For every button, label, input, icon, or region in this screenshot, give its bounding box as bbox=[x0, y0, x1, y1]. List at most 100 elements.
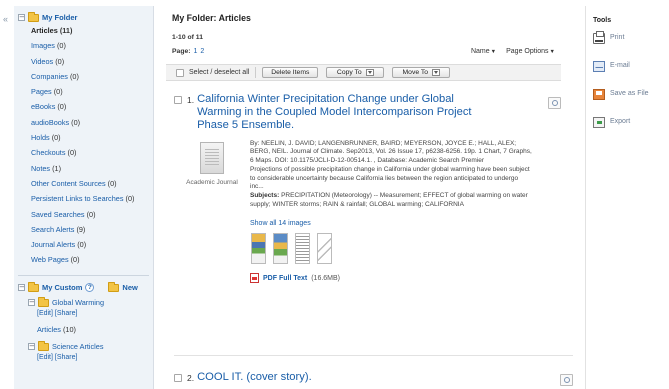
image-thumbnail[interactable] bbox=[273, 233, 288, 265]
pdf-full-text-row: PDF Full Text (16.6MB) bbox=[250, 273, 561, 284]
save-icon bbox=[593, 89, 605, 100]
sidebar: − My Folder Articles (11) Images (0) Vid… bbox=[14, 6, 154, 389]
edit-share-links[interactable]: [Edit] [Share] bbox=[37, 354, 153, 361]
tool-print[interactable]: Print bbox=[593, 31, 669, 47]
folder-list: Articles (11) Images (0) Videos (0) Comp… bbox=[31, 26, 153, 264]
delete-items-button[interactable]: Delete Items bbox=[262, 67, 319, 78]
result-checkbox[interactable] bbox=[174, 374, 182, 382]
edit-share-links[interactable]: [Edit] [Share] bbox=[37, 310, 153, 317]
image-thumbnails bbox=[251, 233, 561, 265]
result-header: 2. COOL IT. (cover story). bbox=[174, 371, 573, 384]
caret-down-icon: ▼ bbox=[549, 48, 555, 55]
collapse-toggle-icon[interactable]: − bbox=[28, 299, 35, 307]
sidebar-item-other-content-sources[interactable]: Other Content Sources (0) bbox=[31, 179, 153, 188]
move-to-button[interactable]: Move To bbox=[392, 67, 451, 78]
result-body: Academic Journal By: NEELIN, J. DAVID; L… bbox=[174, 140, 561, 210]
page-link-1[interactable]: 1 bbox=[194, 48, 198, 55]
tool-save-as-file[interactable]: Save as File bbox=[593, 89, 669, 103]
dropdown-arrow-icon bbox=[365, 69, 374, 76]
page-title: My Folder: Articles bbox=[172, 13, 251, 23]
result-range: 1-10 of 11 bbox=[172, 34, 203, 41]
sidebar-item-search-alerts[interactable]: Search Alerts (9) bbox=[31, 225, 153, 234]
sidebar-item-videos[interactable]: Videos (0) bbox=[31, 57, 153, 66]
custom-folder-label: Global Warming bbox=[52, 298, 105, 308]
printer-icon bbox=[593, 31, 605, 44]
document-type-label: Academic Journal bbox=[186, 179, 238, 186]
new-folder-button[interactable]: New bbox=[108, 281, 138, 293]
my-folder-label[interactable]: My Folder bbox=[42, 13, 77, 22]
academic-journal-icon bbox=[200, 142, 224, 174]
result-details: By: NEELIN, J. DAVID; LANGENBRUNNER, BAI… bbox=[250, 140, 532, 210]
result-number: 2. bbox=[187, 373, 195, 383]
image-thumbnail[interactable] bbox=[295, 233, 310, 265]
result-abstract: Projections of possible precipitation ch… bbox=[250, 166, 530, 191]
result-subjects: Subjects: PRECIPITATION (Meteorology) --… bbox=[250, 192, 528, 208]
sidebar-item-persistent-links[interactable]: Persistent Links to Searches (0) bbox=[31, 194, 146, 203]
result-title-link[interactable]: COOL IT. (cover story). bbox=[197, 371, 477, 384]
show-all-images-link[interactable]: Show all 14 images bbox=[250, 220, 561, 227]
sidebar-item-notes[interactable]: Notes (1) bbox=[31, 164, 153, 173]
main-content: My Folder: Articles 1-10 of 11 Page: 1 2… bbox=[162, 6, 575, 386]
folder-icon bbox=[38, 340, 49, 351]
sidebar-item-companies[interactable]: Companies (0) bbox=[31, 72, 153, 81]
custom-folder-articles[interactable]: Articles (10) bbox=[37, 325, 153, 334]
sidebar-item-checkouts[interactable]: Checkouts (0) bbox=[31, 148, 153, 157]
custom-folder-label: Science Articles bbox=[52, 342, 104, 352]
tools-panel: Tools Print E-mail Save as File Export bbox=[585, 6, 669, 389]
tools-title: Tools bbox=[593, 17, 612, 24]
toolbar-divider bbox=[255, 67, 257, 78]
result-number: 1. bbox=[187, 95, 195, 105]
export-icon bbox=[593, 117, 605, 128]
sidebar-divider bbox=[18, 275, 149, 277]
document-type: Academic Journal bbox=[186, 140, 238, 210]
image-thumbnail[interactable] bbox=[317, 233, 332, 265]
new-folder-label: New bbox=[122, 283, 138, 293]
pdf-icon bbox=[250, 273, 259, 284]
tool-export[interactable]: Export bbox=[593, 117, 669, 131]
page-options-dropdown[interactable]: Page Options▼ bbox=[506, 48, 555, 55]
custom-folder-science-articles[interactable]: − Science Articles bbox=[28, 340, 153, 352]
collapse-sidebar-icon[interactable]: « bbox=[3, 14, 8, 24]
select-all-checkbox[interactable] bbox=[176, 68, 184, 77]
collapse-toggle-icon[interactable]: − bbox=[28, 343, 35, 351]
copy-to-button[interactable]: Copy To bbox=[326, 67, 385, 78]
select-all-label[interactable]: Select / deselect all bbox=[189, 69, 249, 76]
dropdown-arrow-icon bbox=[432, 69, 441, 76]
result-item: 1. California Winter Precipitation Chang… bbox=[174, 93, 561, 284]
sidebar-item-journal-alerts[interactable]: Journal Alerts (0) bbox=[31, 240, 153, 249]
collapse-toggle-icon[interactable]: − bbox=[18, 14, 25, 21]
result-checkbox[interactable] bbox=[174, 96, 182, 104]
sidebar-item-holds[interactable]: Holds (0) bbox=[31, 133, 153, 142]
custom-folder-global-warming[interactable]: − Global Warming bbox=[28, 296, 153, 308]
my-folder-root[interactable]: − My Folder bbox=[18, 11, 153, 22]
pagination-row: Page: 1 2 Name▼ Page Options▼ bbox=[172, 46, 575, 56]
tool-email[interactable]: E-mail bbox=[593, 61, 669, 75]
result-item: 2. COOL IT. (cover story). bbox=[174, 355, 573, 386]
my-custom-row: − My Custom ? New bbox=[18, 281, 153, 293]
sidebar-item-articles[interactable]: Articles (11) bbox=[31, 26, 153, 35]
sort-name-dropdown[interactable]: Name▼ bbox=[471, 48, 496, 55]
result-header: 1. California Winter Precipitation Chang… bbox=[174, 93, 561, 132]
sidebar-item-web-pages[interactable]: Web Pages (0) bbox=[31, 255, 153, 264]
email-icon bbox=[593, 61, 605, 72]
preview-magnifier-icon[interactable] bbox=[560, 374, 573, 386]
my-custom-label[interactable]: My Custom bbox=[42, 283, 82, 292]
page-link-2[interactable]: 2 bbox=[200, 48, 204, 55]
help-icon[interactable]: ? bbox=[85, 283, 95, 293]
sort-options: Name▼ Page Options▼ bbox=[471, 48, 575, 55]
result-title-link[interactable]: California Winter Precipitation Change u… bbox=[197, 93, 477, 132]
image-thumbnail[interactable] bbox=[251, 233, 266, 265]
folder-icon bbox=[28, 11, 39, 22]
collapse-toggle-icon[interactable]: − bbox=[18, 284, 25, 292]
page-label: Page: bbox=[172, 47, 191, 55]
sidebar-item-ebooks[interactable]: eBooks (0) bbox=[31, 102, 153, 111]
sidebar-item-images[interactable]: Images (0) bbox=[31, 41, 153, 50]
preview-magnifier-icon[interactable] bbox=[548, 97, 561, 109]
sidebar-item-saved-searches[interactable]: Saved Searches (0) bbox=[31, 210, 153, 219]
result-citation: By: NEELIN, J. DAVID; LANGENBRUNNER, BAI… bbox=[250, 140, 532, 164]
sidebar-item-audiobooks[interactable]: audioBooks (0) bbox=[31, 118, 153, 127]
folder-icon bbox=[38, 296, 49, 307]
sidebar-item-pages[interactable]: Pages (0) bbox=[31, 87, 153, 96]
pdf-full-text-link[interactable]: PDF Full Text bbox=[263, 275, 307, 282]
folder-icon bbox=[28, 281, 39, 292]
